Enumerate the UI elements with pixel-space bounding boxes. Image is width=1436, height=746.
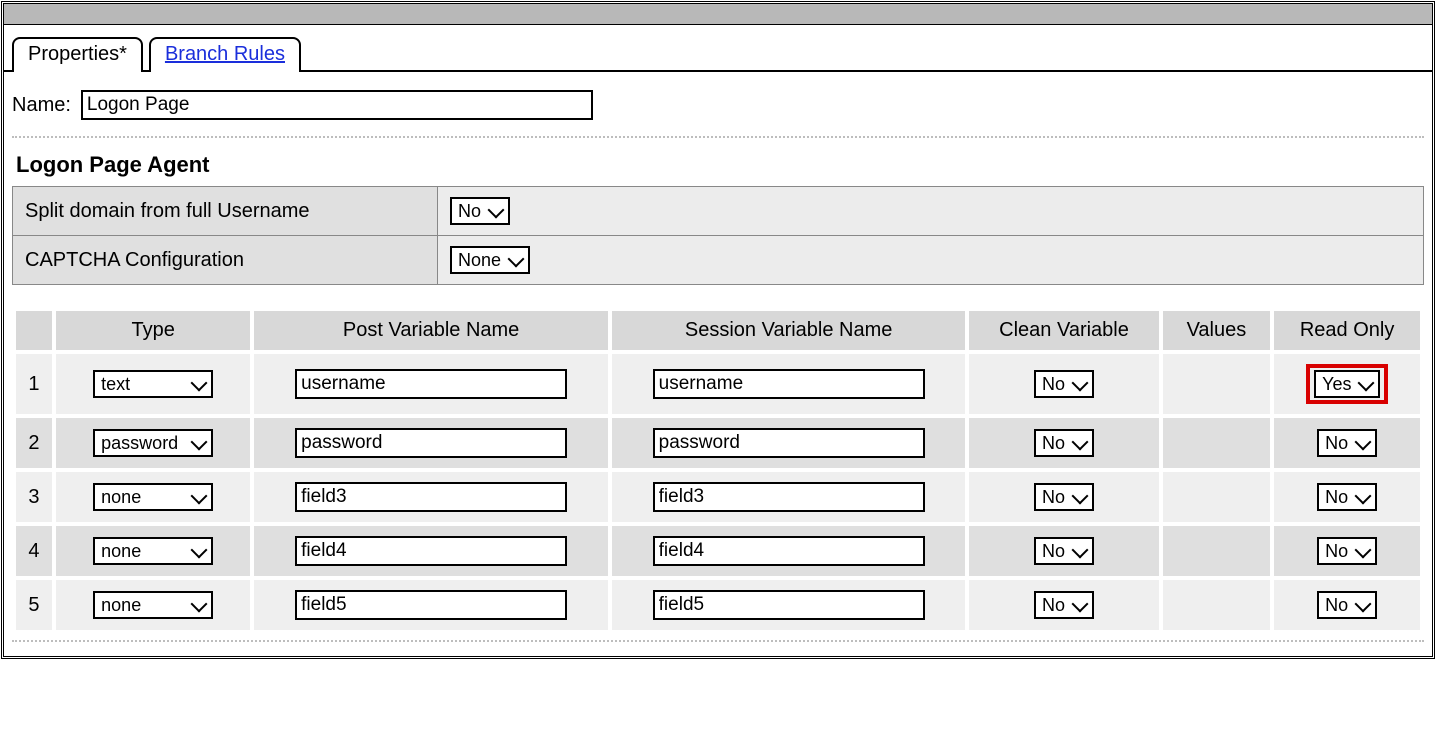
clean-var-select[interactable]: No bbox=[1034, 537, 1094, 565]
dialog-frame: Properties* Branch Rules Name: Logon Pag… bbox=[1, 1, 1435, 659]
values-cell bbox=[1163, 418, 1271, 468]
col-header-clean: Clean Variable bbox=[969, 311, 1158, 350]
settings-table: Split domain from full Username No CAPTC… bbox=[12, 186, 1424, 285]
type-select[interactable]: none bbox=[93, 591, 213, 619]
post-var-cell bbox=[254, 354, 608, 414]
readonly-cell: No bbox=[1274, 472, 1420, 522]
type-select[interactable]: password bbox=[93, 429, 213, 457]
captcha-cell: None bbox=[438, 236, 1424, 285]
clean-var-cell: No bbox=[969, 526, 1158, 576]
col-header-session: Session Variable Name bbox=[612, 311, 966, 350]
table-row: 3 none No No bbox=[16, 472, 1420, 522]
values-cell bbox=[1163, 526, 1271, 576]
dialog-titlebar bbox=[4, 4, 1432, 25]
section-title: Logon Page Agent bbox=[4, 148, 1432, 186]
post-var-input[interactable] bbox=[295, 369, 567, 399]
session-var-cell bbox=[612, 418, 966, 468]
readonly-highlight: Yes bbox=[1306, 364, 1388, 404]
post-var-cell bbox=[254, 418, 608, 468]
readonly-cell: No bbox=[1274, 580, 1420, 630]
tab-branch-rules-link[interactable]: Branch Rules bbox=[165, 43, 285, 65]
tab-properties-label: Properties* bbox=[28, 43, 127, 65]
table-row: 1 text No Yes bbox=[16, 354, 1420, 414]
row-number: 4 bbox=[16, 526, 52, 576]
split-domain-select[interactable]: No bbox=[450, 197, 510, 225]
separator-bottom bbox=[12, 640, 1424, 642]
readonly-select[interactable]: No bbox=[1317, 429, 1377, 457]
post-var-cell bbox=[254, 526, 608, 576]
type-cell: text bbox=[56, 354, 250, 414]
captcha-select[interactable]: None bbox=[450, 246, 530, 274]
type-select[interactable]: none bbox=[93, 537, 213, 565]
split-domain-label: Split domain from full Username bbox=[13, 187, 438, 236]
type-cell: none bbox=[56, 580, 250, 630]
col-header-post: Post Variable Name bbox=[254, 311, 608, 350]
table-row: 2 password No No bbox=[16, 418, 1420, 468]
col-header-blank bbox=[16, 311, 52, 350]
session-var-cell bbox=[612, 580, 966, 630]
readonly-select[interactable]: No bbox=[1317, 537, 1377, 565]
clean-var-select[interactable]: No bbox=[1034, 429, 1094, 457]
post-var-input[interactable] bbox=[295, 482, 567, 512]
session-var-input[interactable] bbox=[653, 536, 925, 566]
session-var-cell bbox=[612, 526, 966, 576]
readonly-cell: No bbox=[1274, 418, 1420, 468]
row-number: 2 bbox=[16, 418, 52, 468]
post-var-input[interactable] bbox=[295, 536, 567, 566]
separator bbox=[12, 136, 1424, 138]
split-domain-cell: No bbox=[438, 187, 1424, 236]
tab-row: Properties* Branch Rules bbox=[4, 25, 1432, 72]
name-input[interactable] bbox=[81, 90, 593, 120]
clean-var-cell: No bbox=[969, 472, 1158, 522]
captcha-label: CAPTCHA Configuration bbox=[13, 236, 438, 285]
session-var-cell bbox=[612, 354, 966, 414]
session-var-input[interactable] bbox=[653, 369, 925, 399]
readonly-cell: No bbox=[1274, 526, 1420, 576]
type-select[interactable]: text bbox=[93, 370, 213, 398]
col-header-readonly: Read Only bbox=[1274, 311, 1420, 350]
session-var-input[interactable] bbox=[653, 428, 925, 458]
values-cell bbox=[1163, 580, 1271, 630]
type-cell: none bbox=[56, 526, 250, 576]
row-number: 1 bbox=[16, 354, 52, 414]
post-var-cell bbox=[254, 472, 608, 522]
values-cell bbox=[1163, 354, 1271, 414]
clean-var-cell: No bbox=[969, 418, 1158, 468]
session-var-input[interactable] bbox=[653, 482, 925, 512]
col-header-type: Type bbox=[56, 311, 250, 350]
readonly-select[interactable]: Yes bbox=[1314, 370, 1380, 398]
name-label: Name: bbox=[12, 94, 71, 117]
clean-var-cell: No bbox=[969, 354, 1158, 414]
fields-grid: Type Post Variable Name Session Variable… bbox=[12, 307, 1424, 634]
readonly-cell: Yes bbox=[1274, 354, 1420, 414]
row-number: 3 bbox=[16, 472, 52, 522]
tab-branch-rules[interactable]: Branch Rules bbox=[149, 37, 301, 72]
clean-var-select[interactable]: No bbox=[1034, 591, 1094, 619]
clean-var-select[interactable]: No bbox=[1034, 370, 1094, 398]
table-row: 5 none No No bbox=[16, 580, 1420, 630]
post-var-cell bbox=[254, 580, 608, 630]
readonly-select[interactable]: No bbox=[1317, 483, 1377, 511]
tab-properties[interactable]: Properties* bbox=[12, 37, 143, 72]
post-var-input[interactable] bbox=[295, 590, 567, 620]
col-header-values: Values bbox=[1163, 311, 1271, 350]
type-cell: none bbox=[56, 472, 250, 522]
readonly-select[interactable]: No bbox=[1317, 591, 1377, 619]
values-cell bbox=[1163, 472, 1271, 522]
session-var-input[interactable] bbox=[653, 590, 925, 620]
type-cell: password bbox=[56, 418, 250, 468]
name-row: Name: bbox=[4, 72, 1432, 136]
type-select[interactable]: none bbox=[93, 483, 213, 511]
row-number: 5 bbox=[16, 580, 52, 630]
table-row: 4 none No No bbox=[16, 526, 1420, 576]
clean-var-select[interactable]: No bbox=[1034, 483, 1094, 511]
post-var-input[interactable] bbox=[295, 428, 567, 458]
clean-var-cell: No bbox=[969, 580, 1158, 630]
session-var-cell bbox=[612, 472, 966, 522]
